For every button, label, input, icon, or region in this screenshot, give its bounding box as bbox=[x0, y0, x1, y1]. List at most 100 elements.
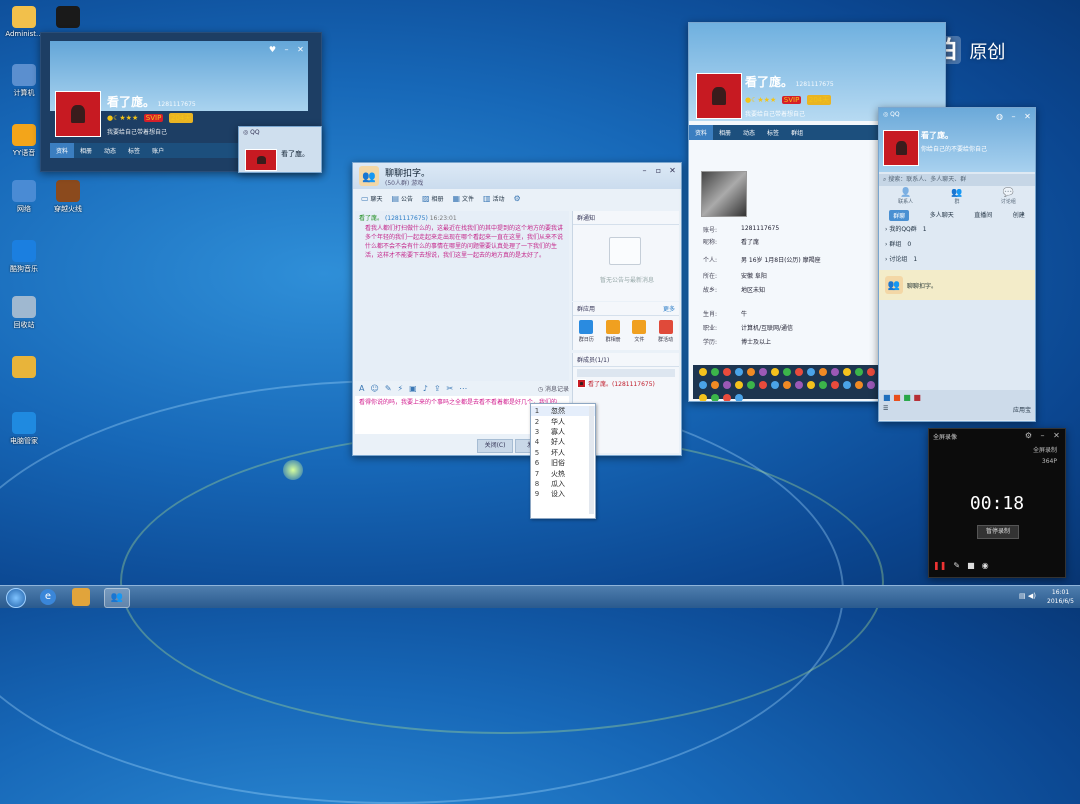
desktop-icon[interactable]: Administ... bbox=[4, 6, 44, 38]
profile-photo[interactable] bbox=[701, 171, 747, 217]
group-app[interactable]: 群活动 bbox=[658, 320, 673, 343]
ime-candidate[interactable]: 4 好人 bbox=[531, 437, 595, 447]
emoticon-icon[interactable] bbox=[747, 381, 755, 389]
member-row[interactable]: 看了庬。(1281117675) bbox=[573, 379, 679, 388]
emoticon-icon[interactable] bbox=[867, 381, 875, 389]
tab-1[interactable]: 相册 bbox=[713, 125, 737, 140]
ime-candidate[interactable]: 8 瓜入 bbox=[531, 479, 595, 489]
toolbar-chat-button[interactable]: ▭ 聊天 bbox=[361, 194, 383, 203]
emoticon-icon[interactable] bbox=[771, 368, 779, 376]
emoticon-icon[interactable] bbox=[747, 368, 755, 376]
qq-subtab[interactable]: 直播间 bbox=[974, 210, 992, 221]
toolbar-file-button[interactable]: ▦ 文件 bbox=[453, 194, 475, 203]
ime-scrollbar[interactable] bbox=[589, 406, 594, 514]
tab-0[interactable]: 资料 bbox=[689, 125, 714, 140]
emoticon-icon[interactable] bbox=[699, 381, 707, 389]
qq-subtab[interactable]: 群聊 bbox=[889, 210, 910, 221]
taskbar-app-icon[interactable] bbox=[72, 588, 90, 606]
avatar[interactable] bbox=[883, 130, 919, 166]
sender-name[interactable]: 看了庬。 bbox=[359, 215, 383, 222]
desktop-icon[interactable]: 回收站 bbox=[4, 296, 44, 330]
emoticon-icon[interactable] bbox=[735, 394, 743, 401]
emoticon-icon[interactable] bbox=[819, 381, 827, 389]
avatar[interactable] bbox=[245, 149, 277, 171]
app-icon[interactable]: ■ bbox=[913, 393, 921, 402]
group-category[interactable]: › 群组 0 bbox=[885, 239, 911, 248]
more-icon[interactable]: ⋯ bbox=[459, 384, 467, 393]
tab-2[interactable]: 动态 bbox=[98, 143, 122, 158]
emoticon-icon[interactable] bbox=[831, 368, 839, 376]
desktop-icon[interactable]: YY语音 bbox=[4, 124, 44, 158]
emoticon-icon[interactable] bbox=[795, 368, 803, 376]
ime-candidate[interactable]: 1 忽然 bbox=[531, 406, 595, 417]
emoticon-icon[interactable] bbox=[771, 381, 779, 389]
group-app[interactable]: 文件 bbox=[632, 320, 647, 343]
group-app[interactable]: 群日历 bbox=[579, 320, 594, 343]
tab-4[interactable]: 账户 bbox=[146, 143, 170, 158]
recorder-mode[interactable]: 全屏录制 bbox=[1033, 445, 1057, 454]
close-icon[interactable]: ✕ bbox=[1023, 112, 1032, 121]
emoticon-icon[interactable] bbox=[735, 368, 743, 376]
emoticon-icon[interactable] bbox=[711, 394, 719, 401]
app-icon[interactable]: ■ bbox=[903, 393, 911, 402]
emoticon-icon[interactable] bbox=[783, 368, 791, 376]
emoticon-icon[interactable] bbox=[759, 381, 767, 389]
group-app[interactable]: 群相册 bbox=[606, 320, 621, 343]
member-search[interactable] bbox=[577, 369, 675, 377]
apps-more-link[interactable]: 更多 bbox=[663, 304, 675, 313]
ime-candidate[interactable]: 9 设入 bbox=[531, 489, 595, 499]
emoticon-icon[interactable] bbox=[843, 381, 851, 389]
emoticon-icon[interactable] bbox=[855, 368, 863, 376]
desktop-icon[interactable]: 穿越火线 bbox=[48, 180, 88, 214]
emoticon-icon[interactable] bbox=[843, 368, 851, 376]
toolbar-activity-button[interactable]: ▥ 活动 bbox=[483, 194, 505, 203]
emoji-icon[interactable]: ☺ bbox=[370, 384, 378, 393]
tab-4[interactable]: 群组 bbox=[785, 125, 809, 140]
screenshot-icon[interactable]: ✂ bbox=[447, 384, 454, 393]
ime-candidate[interactable]: 5 坏人 bbox=[531, 448, 595, 458]
close-icon[interactable]: ✕ bbox=[1052, 431, 1061, 440]
magic-icon[interactable]: ✎ bbox=[385, 384, 392, 393]
qq-subtab[interactable]: 创建 bbox=[1013, 210, 1025, 221]
qq-tab[interactable]: 💬 讨论组 bbox=[1001, 188, 1016, 205]
emoticon-icon[interactable] bbox=[867, 368, 875, 376]
clock[interactable]: 16:01 2016/6/5 bbox=[1047, 588, 1074, 606]
desktop-icon[interactable] bbox=[4, 356, 44, 380]
pause-icon[interactable]: ❚❚ bbox=[933, 561, 946, 570]
font-icon[interactable]: A bbox=[359, 384, 364, 393]
taskbar-ie-icon[interactable]: e bbox=[40, 589, 56, 605]
app-icon[interactable]: ■ bbox=[893, 393, 901, 402]
shake-icon[interactable]: ⚡ bbox=[398, 384, 404, 393]
tab-3[interactable]: 标签 bbox=[122, 143, 146, 158]
tab-2[interactable]: 动态 bbox=[737, 125, 761, 140]
ime-candidate[interactable]: 7 火热 bbox=[531, 468, 595, 478]
minimize-icon[interactable]: – bbox=[1038, 431, 1047, 440]
emoticon-icon[interactable] bbox=[759, 368, 767, 376]
image-icon[interactable]: ▣ bbox=[409, 384, 417, 393]
emoticon-icon[interactable] bbox=[795, 381, 803, 389]
group-entry[interactable]: 👥 聊聊扣字。 bbox=[879, 270, 1035, 300]
close-icon[interactable]: ✕ bbox=[296, 45, 305, 54]
close-icon[interactable]: ✕ bbox=[668, 166, 677, 175]
qq-subtab[interactable]: 多人聊天 bbox=[930, 210, 954, 221]
desktop-icon[interactable] bbox=[48, 6, 88, 30]
close-chat-button[interactable]: 关闭(C) bbox=[477, 439, 513, 453]
group-avatar[interactable]: 👥 bbox=[359, 166, 379, 186]
avatar[interactable] bbox=[55, 91, 101, 137]
ime-candidate[interactable]: 3 寡人 bbox=[531, 427, 595, 437]
toolbar-album-button[interactable]: ▨ 相册 bbox=[422, 194, 444, 203]
emoticon-icon[interactable] bbox=[699, 368, 707, 376]
emoticon-icon[interactable] bbox=[831, 381, 839, 389]
toolbar-notice-button[interactable]: ▤ 公告 bbox=[392, 194, 414, 203]
emoticon-icon[interactable] bbox=[855, 381, 863, 389]
minimize-icon[interactable]: – bbox=[282, 45, 291, 54]
emoticon-icon[interactable] bbox=[711, 381, 719, 389]
network-icon[interactable]: ▤ bbox=[1019, 592, 1026, 600]
ime-candidate[interactable]: 6 旧俗 bbox=[531, 458, 595, 468]
desktop-icon[interactable]: 电脑管家 bbox=[4, 412, 44, 446]
pause-record-button[interactable]: 暂停录制 bbox=[977, 525, 1019, 539]
heart-icon[interactable]: ♥ bbox=[268, 45, 277, 54]
desktop-icon[interactable]: 网络 bbox=[4, 180, 44, 214]
pen-icon[interactable]: ✎ bbox=[953, 561, 960, 570]
menu-icon[interactable]: ☰ bbox=[883, 405, 888, 414]
